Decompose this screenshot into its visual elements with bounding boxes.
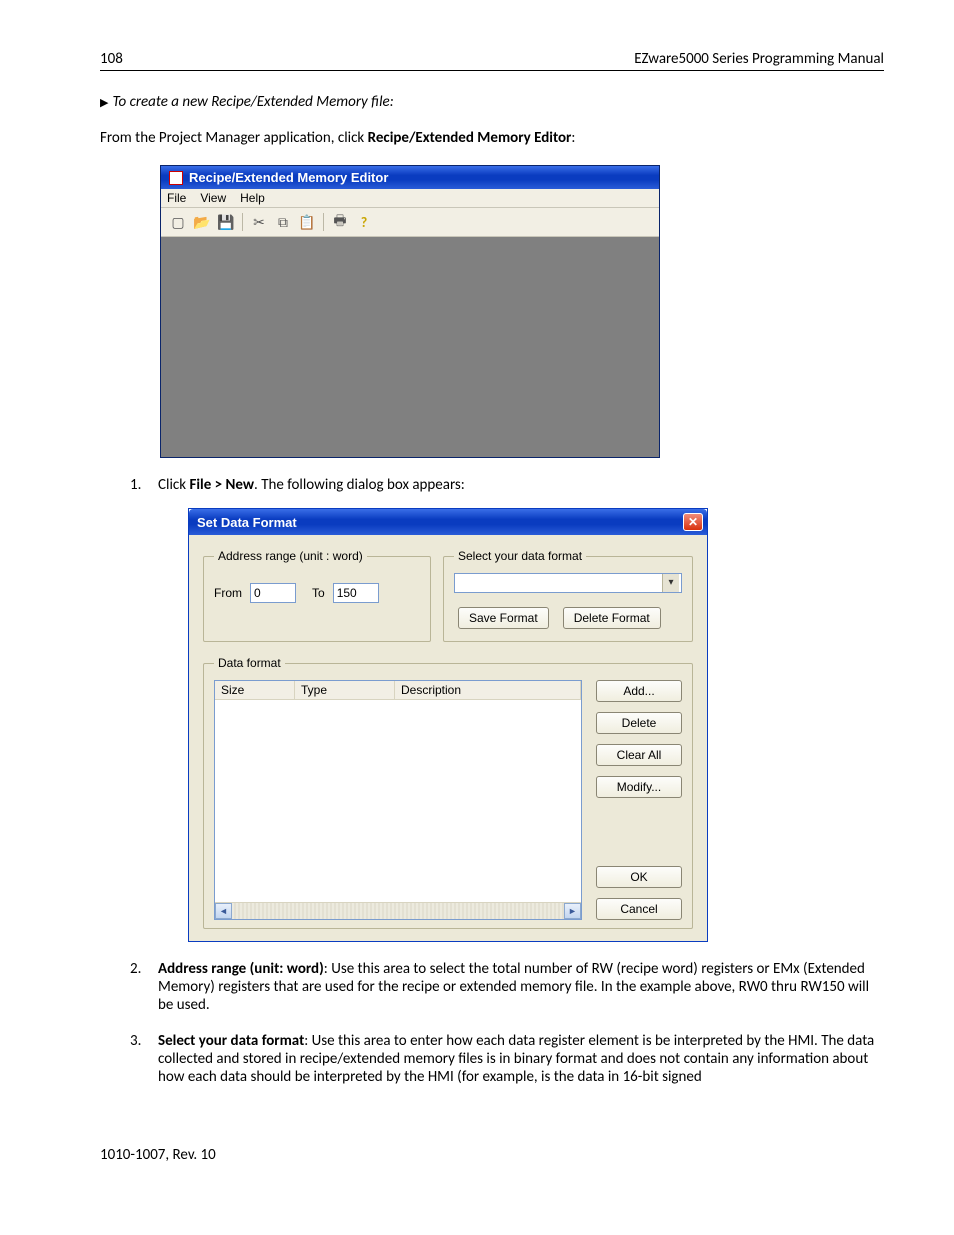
dialog-title: Set Data Format (197, 515, 297, 530)
app-icon (169, 171, 183, 185)
step-1: Click File > New. The following dialog b… (130, 476, 884, 942)
copy-icon[interactable]: ⧉ (272, 211, 294, 233)
to-label: To (312, 586, 325, 600)
menu-file[interactable]: File (167, 191, 186, 205)
new-file-icon[interactable]: ▢ (167, 211, 189, 233)
from-label: From (214, 586, 242, 600)
step-2: Address range (unit: word): Use this are… (130, 960, 884, 1014)
menu-view[interactable]: View (200, 191, 226, 205)
page-footer: 1010-1007, Rev. 10 (100, 1146, 884, 1164)
scroll-right-icon[interactable]: ► (564, 903, 581, 919)
modify-button[interactable]: Modify... (596, 776, 682, 798)
step3-bold: Select your data format (158, 1032, 304, 1050)
dialog-titlebar: Set Data Format ✕ (189, 509, 707, 535)
intro-bold: Recipe/Extended Memory Editor (368, 129, 572, 147)
page-header: 108 EZware5000 Series Programming Manual (100, 50, 884, 71)
to-input[interactable] (333, 583, 379, 603)
paste-icon[interactable]: 📋 (296, 211, 318, 233)
intro-post: : (571, 129, 575, 147)
save-format-button[interactable]: Save Format (458, 607, 549, 629)
cancel-button[interactable]: Cancel (596, 898, 682, 920)
print-icon[interactable]: 🖶 (329, 211, 351, 233)
delete-button[interactable]: Delete (596, 712, 682, 734)
select-format-legend: Select your data format (454, 549, 586, 563)
close-icon[interactable]: ✕ (683, 513, 703, 531)
scroll-track[interactable] (232, 903, 564, 919)
save-file-icon[interactable]: 💾 (215, 211, 237, 233)
manual-title: EZware5000 Series Programming Manual (634, 50, 884, 68)
delete-format-button[interactable]: Delete Format (563, 607, 661, 629)
step1-post: . The following dialog box appears: (254, 476, 465, 494)
scroll-left-icon[interactable]: ◄ (215, 903, 232, 919)
window-title: Recipe/Extended Memory Editor (189, 170, 388, 185)
add-button[interactable]: Add... (596, 680, 682, 702)
data-format-legend: Data format (214, 656, 285, 670)
select-format-group: Select your data format Save Format Dele… (443, 549, 693, 642)
editor-canvas (161, 237, 659, 457)
step1-pre: Click (158, 476, 189, 494)
window-titlebar: Recipe/Extended Memory Editor (161, 166, 659, 189)
subheading: ▶ To create a new Recipe/Extended Memory… (100, 93, 884, 111)
col-type[interactable]: Type (295, 681, 395, 699)
address-range-group: Address range (unit : word) From To (203, 549, 431, 642)
step2-bold: Address range (unit: word) (158, 960, 324, 978)
horizontal-scrollbar[interactable]: ◄ ► (215, 902, 581, 919)
toolbar: ▢ 📂 💾 ✂ ⧉ 📋 🖶 ? (161, 208, 659, 237)
step-3: Select your data format: Use this area t… (130, 1032, 884, 1086)
subheading-text: To create a new Recipe/Extended Memory f… (112, 93, 393, 111)
set-data-format-dialog: Set Data Format ✕ Address range (unit : … (188, 508, 708, 942)
from-input[interactable] (250, 583, 296, 603)
cut-icon[interactable]: ✂ (248, 211, 270, 233)
address-range-legend: Address range (unit : word) (214, 549, 367, 563)
open-file-icon[interactable]: 📂 (191, 211, 213, 233)
page-number: 108 (100, 50, 123, 68)
ok-button[interactable]: OK (596, 866, 682, 888)
col-description[interactable]: Description (395, 681, 581, 699)
step1-bold: File > New (189, 476, 254, 494)
help-icon[interactable]: ? (353, 211, 375, 233)
recipe-editor-window: Recipe/Extended Memory Editor File View … (160, 165, 660, 458)
data-format-list[interactable]: Size Type Description ◄ ► (214, 680, 582, 920)
toolbar-separator (242, 213, 243, 231)
data-format-group: Data format Size Type Description ◄ (203, 656, 693, 929)
menubar: File View Help (161, 189, 659, 208)
list-header: Size Type Description (215, 681, 581, 700)
clear-all-button[interactable]: Clear All (596, 744, 682, 766)
toolbar-separator (323, 213, 324, 231)
menu-help[interactable]: Help (240, 191, 265, 205)
intro-pre: From the Project Manager application, cl… (100, 129, 368, 147)
format-combobox[interactable] (454, 573, 682, 593)
intro-paragraph: From the Project Manager application, cl… (100, 129, 884, 147)
col-size[interactable]: Size (215, 681, 295, 699)
triangle-right-icon: ▶ (100, 96, 108, 109)
